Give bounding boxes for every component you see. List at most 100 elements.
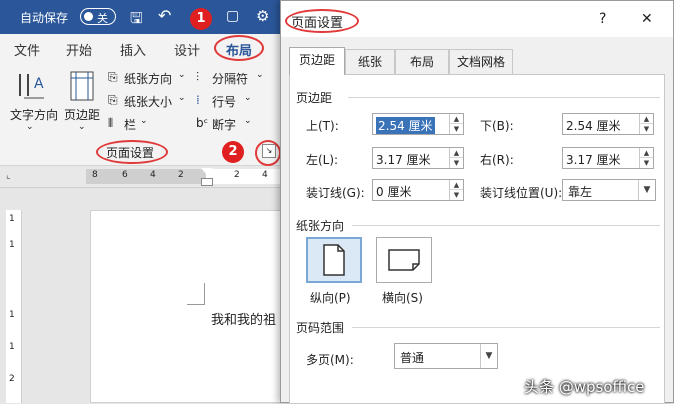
hyphenation-button[interactable]: 断字	[212, 116, 236, 133]
chevron-down-icon[interactable]: ⌄	[244, 93, 252, 103]
line-numbers-button[interactable]: 行号	[212, 93, 236, 110]
document-text[interactable]: 我和我的祖	[211, 309, 276, 328]
section-divider	[352, 327, 660, 328]
chevron-down-icon[interactable]: ⌄	[26, 122, 34, 132]
breaks-icon[interactable]: ⫶	[196, 70, 199, 85]
ruler-tick: 1	[9, 240, 15, 250]
chevron-down-icon[interactable]: ▼	[480, 344, 497, 368]
portrait-option[interactable]	[306, 237, 362, 283]
line-numbers-icon[interactable]: ⁞	[196, 93, 200, 107]
vertical-ruler: 1 1 1 1 2	[6, 210, 22, 403]
orientation-button[interactable]: 纸张方向	[124, 70, 172, 87]
settings-icon[interactable]: ⚙	[256, 7, 269, 25]
landscape-page-icon	[388, 249, 420, 271]
size-button[interactable]: 纸张大小	[124, 93, 172, 110]
top-margin-value[interactable]: 2.54 厘米	[376, 117, 435, 134]
bottom-margin-input[interactable]: 2.54 厘米 ▲ ▼	[562, 113, 654, 135]
breaks-button[interactable]: 分隔符	[212, 70, 248, 87]
size-icon[interactable]: ⎘	[108, 93, 118, 108]
top-margin-label: 上(T):	[306, 119, 339, 133]
pages-section-title: 页码范围	[296, 321, 345, 335]
bottom-margin-value[interactable]: 2.54 厘米	[566, 117, 621, 134]
left-margin-label: 左(L):	[306, 153, 339, 167]
svg-text:A: A	[34, 76, 44, 92]
document-icon[interactable]: ▢	[226, 8, 239, 24]
chevron-down-icon[interactable]: ⌄	[140, 116, 148, 126]
tab-doc-grid[interactable]: 文档网格	[449, 49, 513, 75]
chevron-down-icon[interactable]: ⌄	[244, 116, 252, 126]
gutter-value[interactable]: 0 厘米	[376, 183, 411, 200]
margins-button[interactable]: 页边距	[64, 106, 100, 123]
autosave-toggle[interactable]: 关	[80, 8, 116, 25]
annotation-badge-1: 1	[190, 8, 212, 30]
portrait-page-icon	[323, 244, 345, 276]
margins-section-title: 页边距	[296, 91, 333, 105]
tab-home[interactable]: 开始	[66, 40, 92, 59]
chevron-down-icon[interactable]: ⌄	[256, 70, 264, 80]
bottom-margin-label: 下(B):	[480, 119, 514, 133]
tab-margins[interactable]: 页边距	[289, 47, 345, 75]
tab-insert[interactable]: 插入	[120, 40, 146, 59]
multiple-pages-label: 多页(M):	[306, 353, 354, 367]
right-margin-value[interactable]: 3.17 厘米	[566, 151, 621, 168]
margin-corner-mark	[187, 283, 205, 305]
ruler-tick: 8	[92, 170, 98, 180]
highlight-oval-dialog-title	[285, 9, 359, 33]
chevron-down-icon[interactable]: ⌄	[78, 122, 86, 132]
ruler-tick: 1	[9, 342, 15, 352]
top-margin-input[interactable]: 2.54 厘米 ▲ ▼	[372, 113, 464, 135]
gutter-position-select[interactable]: 靠左 ▼	[562, 179, 656, 201]
ruler-tick: 1	[9, 214, 15, 224]
autosave-label: 自动保存	[20, 11, 69, 25]
close-button[interactable]: ✕	[641, 11, 653, 27]
multiple-pages-value: 普通	[400, 351, 425, 365]
spin-arrows[interactable]: ▲ ▼	[639, 114, 653, 134]
right-margin-label: 右(R):	[480, 153, 514, 167]
help-button[interactable]: ?	[599, 11, 606, 27]
highlight-oval-dialog-launcher	[255, 140, 281, 166]
chevron-down-icon[interactable]: ⌄	[178, 93, 186, 103]
columns-button[interactable]: 栏	[124, 116, 136, 133]
landscape-option[interactable]	[376, 237, 432, 283]
tab-stop-icon[interactable]: ⌞	[6, 170, 11, 181]
ruler-tick: 4	[150, 170, 156, 180]
multiple-pages-select[interactable]: 普通 ▼	[394, 343, 498, 369]
spin-arrows[interactable]: ▲ ▼	[449, 180, 463, 200]
right-margin-input[interactable]: 3.17 厘米 ▲ ▼	[562, 147, 654, 169]
gutter-position-value: 靠左	[568, 185, 593, 199]
text-direction-button[interactable]: 文字方向	[10, 106, 58, 123]
orientation-icon[interactable]: ⎘	[108, 70, 118, 85]
spin-arrows[interactable]: ▲ ▼	[449, 148, 463, 168]
chevron-down-icon[interactable]: ▼	[638, 180, 655, 200]
toggle-knob	[84, 12, 93, 21]
margins-icon[interactable]	[68, 70, 98, 104]
tab-design[interactable]: 设计	[174, 40, 200, 59]
spin-arrows[interactable]: ▲ ▼	[639, 148, 653, 168]
annotation-badge-2: 2	[222, 141, 244, 163]
portrait-label[interactable]: 纵向(P)	[310, 289, 351, 306]
left-margin-value[interactable]: 3.17 厘米	[376, 151, 431, 168]
columns-icon[interactable]: ⫴	[108, 116, 113, 131]
ruler-margin	[86, 169, 206, 184]
indent-marker[interactable]	[201, 168, 213, 175]
undo-icon[interactable]: ↶	[158, 6, 171, 25]
tab-paper[interactable]: 纸张	[345, 49, 395, 75]
tab-layout-dialog[interactable]: 布局	[395, 49, 449, 75]
save-icon[interactable]: 🖫	[130, 8, 143, 33]
document-page[interactable]: 我和我的祖	[90, 210, 284, 403]
indent-marker-bottom[interactable]	[201, 178, 213, 186]
word-titlebar: 自动保存 关 🖫 ↶ ▢ ⚙	[0, 0, 284, 34]
tab-file[interactable]: 文件	[14, 40, 40, 59]
spin-arrows[interactable]: ▲ ▼	[449, 114, 463, 134]
gutter-label: 装订线(G):	[306, 186, 365, 200]
gutter-input[interactable]: 0 厘米 ▲ ▼	[372, 179, 464, 201]
landscape-label[interactable]: 横向(S)	[382, 289, 423, 306]
chevron-down-icon[interactable]: ⌄	[178, 70, 186, 80]
hyphenation-icon[interactable]: bᶜ	[196, 116, 208, 130]
highlight-oval-layout-tab	[214, 35, 264, 61]
orientation-section-title: 纸张方向	[296, 219, 345, 233]
ruler-tick: 2	[234, 170, 240, 180]
text-direction-icon[interactable]: A	[14, 70, 54, 104]
ruler-tick: 4	[262, 170, 268, 180]
left-margin-input[interactable]: 3.17 厘米 ▲ ▼	[372, 147, 464, 169]
